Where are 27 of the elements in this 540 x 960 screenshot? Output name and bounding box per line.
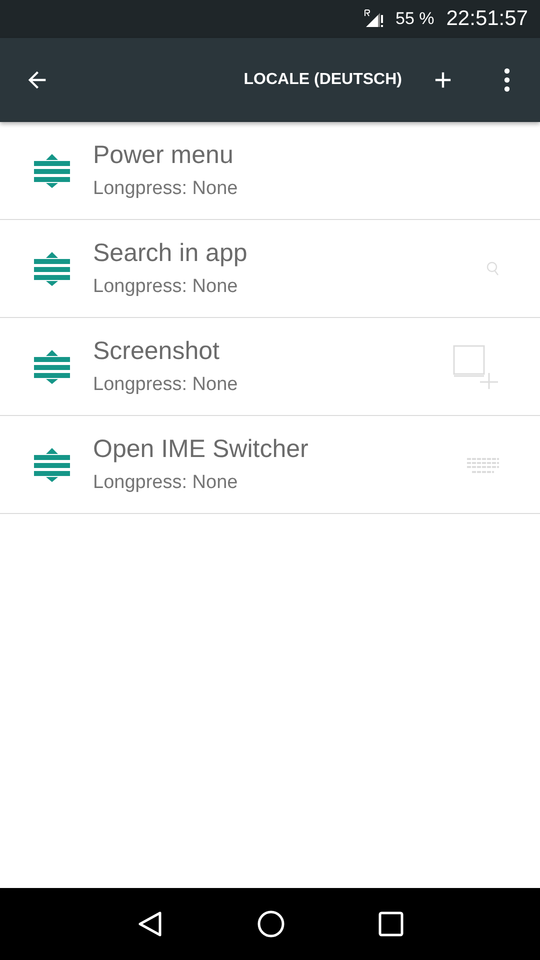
item-title: Search in app: [93, 239, 248, 268]
more-vertical-icon: [504, 68, 510, 92]
list-item[interactable]: Open IME Switcher Longpress: None: [0, 416, 540, 514]
item-subtitle: Longpress: None: [93, 374, 239, 396]
item-subtitle: Longpress: None: [93, 178, 239, 200]
list-item[interactable]: Search in app Longpress: None: [0, 220, 540, 318]
drag-handle-icon: [33, 252, 71, 286]
recents-icon[interactable]: [378, 911, 404, 937]
signal-icon: [364, 9, 386, 29]
list-item[interactable]: Power menu Longpress: None: [0, 122, 540, 220]
back-icon[interactable]: [136, 910, 164, 938]
drag-handle-icon: [33, 154, 71, 188]
item-subtitle: Longpress: None: [93, 276, 239, 298]
list-item[interactable]: Screenshot Longpress: None: [0, 318, 540, 416]
item-title: Screenshot: [93, 337, 220, 366]
toolbar-title: LOCALE (DEUTSCH): [242, 71, 402, 89]
drag-handle-icon: [33, 350, 71, 384]
clock: 22:51:57: [446, 7, 528, 31]
battery-level: 55 %: [396, 9, 434, 29]
search-icon: [486, 260, 500, 276]
home-icon[interactable]: [256, 910, 285, 938]
item-subtitle: Longpress: None: [93, 472, 239, 494]
item-title: Power menu: [93, 141, 234, 170]
screenshot-add-icon: [452, 344, 500, 390]
keyboard-icon: [466, 456, 500, 474]
item-title: Open IME Switcher: [93, 435, 310, 464]
drag-handle-icon: [33, 448, 71, 482]
